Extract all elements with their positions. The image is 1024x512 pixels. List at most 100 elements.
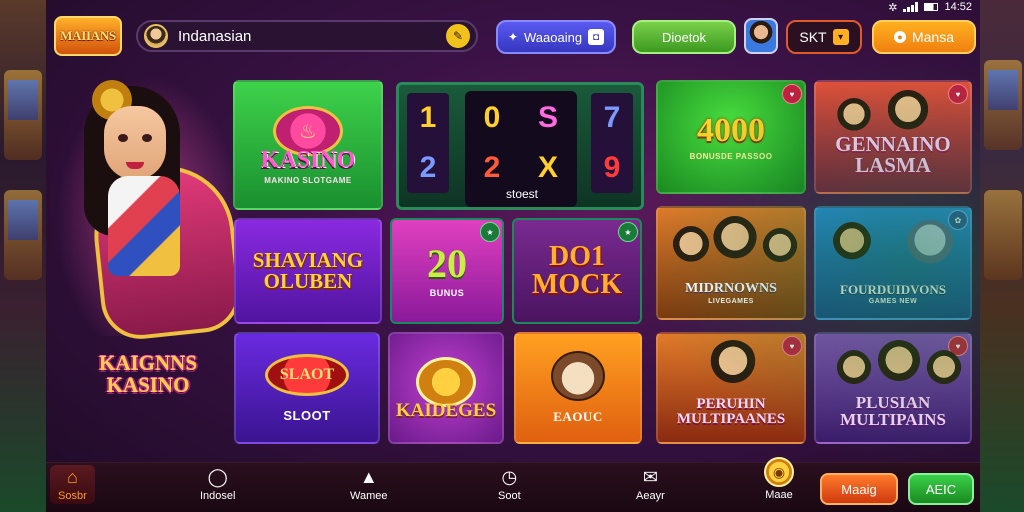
nav-label: Indosel [200, 490, 236, 502]
app-logo[interactable]: MAIIANS [54, 16, 122, 56]
tile-title: 4000 [697, 111, 765, 149]
nav-item-soot[interactable]: ◷ Soot [498, 466, 521, 503]
game-tile-peruhin[interactable]: ♥ PERUHIN MULTIPAANES [656, 332, 806, 444]
aeic-button[interactable]: AEIC [908, 473, 974, 505]
machine-screen [988, 70, 1018, 110]
game-tile-kasino[interactable]: ♨ KASINO MAKINO SLOTGAME [233, 80, 383, 210]
skt-button[interactable]: SKT ▾ [786, 20, 862, 54]
hot-badge: ♥ [782, 84, 802, 104]
search-input[interactable]: Indanasian [178, 28, 446, 45]
profile-avatar[interactable] [744, 18, 778, 54]
reel-symbol: 1 [419, 101, 437, 134]
top-header: MAIIANS Indanasian ✎ ✦ Waaoaing ◘ Dioeto… [46, 14, 980, 62]
tile-title: KASINO [260, 146, 356, 173]
reel-column: 1 2 [407, 93, 449, 193]
search-icon[interactable]: ✎ [446, 24, 470, 48]
mansa-label: Mansa [911, 29, 955, 45]
search-bar[interactable]: Indanasian ✎ [136, 20, 478, 52]
game-tile-plusian[interactable]: ♥ PLUSIAN MULTIPAINS [814, 332, 972, 444]
aeic-label: AEIC [925, 481, 957, 497]
tile-subtitle: GAMES NEW [868, 298, 918, 305]
dropdown-icon: ▾ [832, 29, 849, 45]
star-icon: ✦ [507, 30, 518, 44]
tile-subtitle: BUNUS [429, 288, 465, 298]
nav-item-home[interactable]: ⌂ Sosbr [50, 465, 95, 504]
nav-item-wamee[interactable]: ▲ Wamee [350, 466, 388, 503]
left-casino-backdrop [0, 0, 46, 512]
tile-subtitle: EAOUC [553, 409, 603, 424]
hero-character[interactable] [56, 76, 245, 343]
game-tile-fourduidvons[interactable]: ✿ FOURDUIDVONS GAMES NEW [814, 206, 972, 320]
nav-item-aeayr[interactable]: ✉ Aeayr [636, 466, 665, 503]
new-badge: ★ [618, 222, 638, 242]
game-tile-jackpot[interactable]: ♥ 4000 BONUSDE PASSOO [656, 80, 806, 194]
reel-symbol: 7 [603, 101, 621, 134]
game-tile-sloot[interactable]: SLAOT SLOOT [234, 332, 380, 444]
house-icon: ▲ [359, 466, 378, 487]
machine-screen [8, 80, 38, 120]
game-tile-shaviang[interactable]: SHAVIANG OLUBEN [234, 218, 382, 324]
machine-screen [8, 200, 38, 240]
game-tile-gennaino[interactable]: ♥ GENNAINO LASMA [814, 80, 972, 194]
lightbulb-icon: ◯ [207, 466, 228, 487]
settings-icon: ✲ [888, 1, 898, 14]
character-portrait [886, 90, 930, 138]
tile-subtitle: BONUSDE PASSOO [689, 151, 773, 161]
skt-label: SKT [799, 29, 827, 45]
mansa-button[interactable]: ● Mansa [872, 20, 976, 54]
battery-icon [924, 3, 939, 11]
nav-label: Aeayr [636, 490, 665, 502]
tile-title: FOURDUIDVONS [840, 282, 946, 297]
clock-icon: ◷ [501, 466, 518, 487]
mascot-icon [551, 351, 605, 401]
character-portrait [876, 340, 922, 390]
waaoaing-button[interactable]: ✦ Waaoaing ◘ [496, 20, 616, 54]
game-tile-midrnowns[interactable]: MIDRNOWNS LIVEGAMES [656, 206, 806, 320]
casino-app: ✲ 14:52 MAIIANS Indanasian ✎ ✦ Waaoaing … [46, 0, 980, 512]
tile-title: GENNAINO LASMA [835, 132, 951, 177]
hero-brand-title[interactable]: KAIGNNS KASINO [82, 352, 214, 396]
tile-title: PLUSIAN MULTIPAINS [840, 393, 946, 429]
home-icon: ⌂ [66, 466, 78, 487]
dioetok-label: Dioetok [661, 29, 707, 45]
status-time: 14:52 [944, 1, 972, 13]
nav-label: Sosbr [58, 490, 87, 502]
nav-item-indosel[interactable]: ◯ Indosel [200, 466, 236, 503]
chat-icon: ◘ [588, 29, 605, 45]
flame-emblem-icon [416, 356, 476, 407]
tile-title: 20 [427, 241, 467, 286]
game-tile-twenty[interactable]: ★ 20 BUNUS [390, 218, 504, 324]
hero-brand-line1: KAIGNNS [98, 351, 198, 375]
mail-icon: ✉ [642, 466, 658, 487]
nav-item-maae[interactable]: ◉ Maae [764, 457, 794, 501]
coin-icon: ● [893, 31, 906, 43]
dioetok-button[interactable]: Dioetok [632, 20, 736, 54]
signal-icon [903, 2, 919, 12]
user-avatar-icon[interactable] [144, 24, 168, 48]
tile-title: KAIDEGES [395, 399, 497, 421]
game-tile-slot-reels[interactable]: 1 2 0 2 S X 7 9 stoest [396, 82, 644, 210]
game-tile-kaideges[interactable]: KAIDEGES [388, 332, 504, 444]
info-badge: ✿ [948, 210, 968, 230]
tile-subtitle: SLOOT [283, 407, 331, 423]
coin-icon: ◉ [764, 457, 794, 487]
character-portrait [832, 222, 872, 268]
tile-subtitle: LIVEGAMES [708, 297, 754, 305]
hot-badge: ♥ [782, 336, 802, 356]
tile-emblem: SLAOT [265, 353, 349, 396]
nav-label: Maae [765, 489, 793, 501]
wolf-portrait [906, 220, 954, 270]
reel-column: 0 2 [471, 93, 513, 193]
reel-symbol: 2 [419, 151, 437, 184]
character-portrait [672, 226, 710, 270]
character-portrait [836, 350, 872, 392]
nav-label: Soot [498, 490, 521, 502]
nav-label: Wamee [350, 490, 388, 502]
character-portrait [708, 340, 758, 392]
game-tile-eaouc[interactable]: EAOUC [514, 332, 642, 444]
tile-title: PERUHIN MULTIPAANES [676, 396, 786, 427]
game-tile-mock[interactable]: ★ DO1 MOCK [512, 218, 642, 324]
reel-symbol: 9 [603, 151, 621, 184]
tile-subtitle: MAKINO SLOTGAME [264, 175, 352, 185]
maaig-button[interactable]: Maaig [820, 473, 898, 505]
